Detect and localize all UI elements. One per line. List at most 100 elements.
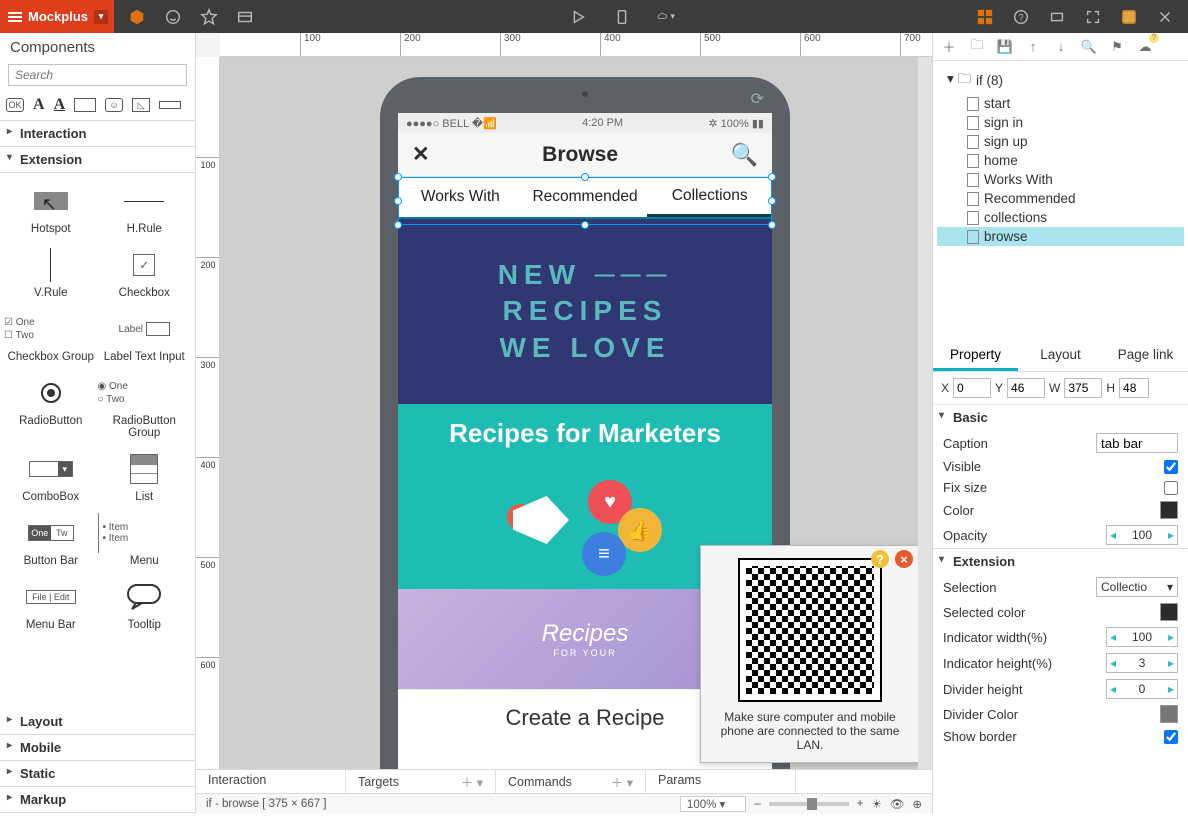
zoom-out-icon[interactable]: – — [754, 798, 760, 810]
zoom-slider[interactable] — [769, 802, 849, 806]
component-checkbox[interactable]: ✓Checkbox — [98, 245, 192, 299]
component-label-textinput[interactable]: LabelLabel Text Input — [98, 309, 192, 363]
tab-works-with[interactable]: Works With — [398, 177, 523, 217]
selected-color-swatch[interactable] — [1160, 603, 1178, 621]
component-hrule[interactable]: H.Rule — [98, 181, 192, 235]
tree-item[interactable]: collections — [937, 208, 1184, 227]
ok-badge-icon[interactable]: OK — [6, 98, 24, 112]
smiley-icon[interactable]: ☺ — [105, 98, 123, 112]
target-icon[interactable]: ⊕ — [912, 797, 922, 811]
cloud-icon[interactable]: ▾ — [657, 8, 675, 26]
zoom-icon[interactable]: 🔍 — [1081, 39, 1097, 55]
component-tooltip[interactable]: Tooltip — [98, 577, 192, 631]
tree-item-selected[interactable]: browse — [937, 227, 1184, 246]
visible-checkbox[interactable] — [1164, 460, 1178, 474]
cloud-dd-icon[interactable]: ☁? — [1137, 39, 1153, 55]
search-icon[interactable]: 🔍 — [731, 142, 758, 168]
banner-new-recipes[interactable]: NEW ───RECIPESWE LOVE — [398, 219, 772, 404]
search-input[interactable] — [8, 64, 187, 86]
sparkle-icon[interactable] — [1120, 8, 1138, 26]
input-icon[interactable] — [74, 98, 96, 112]
fixsize-checkbox[interactable] — [1164, 481, 1178, 495]
section-extension[interactable]: Extension — [933, 548, 1188, 574]
tree-root[interactable]: ▾ 🗀 if (8) — [937, 67, 1184, 94]
device-tabbar[interactable]: Works With Recommended Collections — [398, 177, 772, 219]
component-menu[interactable]: • Item• ItemMenu — [98, 513, 192, 567]
panel-icon[interactable] — [236, 8, 254, 26]
accordion-mobile[interactable]: Mobile — [0, 735, 195, 761]
close-icon[interactable] — [1156, 8, 1174, 26]
component-hotspot[interactable]: ↖Hotspot — [4, 181, 98, 235]
down-icon[interactable]: ↓ — [1053, 39, 1069, 55]
canvas-v-scrollbar[interactable] — [918, 57, 932, 813]
component-combobox[interactable]: ▾ComboBox — [4, 449, 98, 503]
tree-item[interactable]: Works With — [937, 170, 1184, 189]
tab-collections[interactable]: Collections — [647, 177, 772, 217]
help-icon[interactable]: ? — [1012, 8, 1030, 26]
window-icon[interactable] — [1048, 8, 1066, 26]
tab-targets[interactable]: Targets＋ ▾ — [346, 770, 496, 793]
indicator-width-stepper[interactable]: 100 — [1106, 627, 1178, 647]
text-a-underline-icon[interactable]: A — [54, 96, 66, 114]
qr-close-icon[interactable]: × — [895, 550, 913, 568]
phone-icon[interactable] — [613, 8, 631, 26]
brand-dropdown-icon[interactable]: ▾ — [94, 10, 108, 24]
app-brand[interactable]: Mockplus ▾ — [0, 0, 114, 33]
play-icon[interactable] — [569, 8, 587, 26]
rotate-icon[interactable]: ⟳ — [751, 89, 764, 109]
cube-icon[interactable] — [128, 8, 146, 26]
component-menubar[interactable]: File | EditMenu Bar — [4, 577, 98, 631]
coord-x[interactable] — [953, 378, 991, 398]
eye-icon[interactable]: 👁 — [890, 797, 905, 811]
save-icon[interactable]: 💾 — [997, 39, 1013, 55]
tab-layout[interactable]: Layout — [1018, 341, 1103, 371]
tree-item[interactable]: Recommended — [937, 189, 1184, 208]
component-radiobutton[interactable]: RadioButton — [4, 373, 98, 439]
component-buttonbar[interactable]: OneTwButton Bar — [4, 513, 98, 567]
tab-recommended[interactable]: Recommended — [523, 177, 648, 217]
indicator-height-stepper[interactable]: 3 — [1106, 653, 1178, 673]
grid-icon[interactable] — [976, 8, 994, 26]
zoom-in-icon[interactable]: + — [857, 798, 864, 810]
tab-interaction-panel[interactable]: Interaction — [196, 770, 346, 793]
add-icon[interactable]: ＋ — [941, 39, 957, 55]
selection-dropdown[interactable]: Collectio▾ — [1096, 577, 1178, 597]
accordion-layout[interactable]: Layout — [0, 709, 195, 735]
progress-icon[interactable] — [159, 101, 181, 109]
component-vrule[interactable]: V.Rule — [4, 245, 98, 299]
component-list[interactable]: List — [98, 449, 192, 503]
tab-params[interactable]: Params — [646, 770, 796, 793]
tab-commands[interactable]: Commands＋ ▾ — [496, 770, 646, 793]
text-a-icon[interactable]: A — [33, 96, 45, 114]
flag-icon[interactable]: ⚑ — [1109, 39, 1125, 55]
coord-h[interactable] — [1119, 378, 1149, 398]
vertical-ruler[interactable]: 100 200 300 400 500 600 — [196, 57, 220, 813]
zoom-value[interactable]: 100% ▾ — [680, 796, 746, 812]
tree-item[interactable]: home — [937, 151, 1184, 170]
tree-item[interactable]: sign in — [937, 113, 1184, 132]
color-swatch[interactable] — [1160, 501, 1178, 519]
divider-height-stepper[interactable]: 0 — [1106, 679, 1178, 699]
caption-input[interactable] — [1096, 433, 1178, 453]
accordion-extension[interactable]: Extension — [0, 147, 195, 173]
expand-icon[interactable] — [1084, 8, 1102, 26]
tree-item[interactable]: sign up — [937, 132, 1184, 151]
opacity-stepper[interactable]: 100 — [1106, 525, 1178, 545]
coord-w[interactable] — [1064, 378, 1102, 398]
divider-color-swatch[interactable] — [1160, 705, 1178, 723]
star-icon[interactable] — [200, 8, 218, 26]
accordion-markup[interactable]: Markup — [0, 787, 195, 813]
close-x-icon[interactable]: ✕ — [412, 142, 430, 167]
show-border-checkbox[interactable] — [1164, 730, 1178, 744]
tab-property[interactable]: Property — [933, 341, 1018, 371]
accordion-interaction[interactable]: Interaction — [0, 121, 195, 147]
image-icon[interactable]: ◺ — [132, 98, 150, 112]
section-basic[interactable]: Basic — [933, 404, 1188, 430]
tab-pagelink[interactable]: Page link — [1103, 341, 1188, 371]
folder-icon[interactable]: 🗀 — [969, 39, 985, 55]
component-radiobutton-group[interactable]: ◉ One○ TwoRadioButton Group — [98, 373, 192, 439]
accordion-static[interactable]: Static — [0, 761, 195, 787]
component-checkbox-group[interactable]: ☑ One☐ TwoCheckbox Group — [4, 309, 98, 363]
tree-item[interactable]: start — [937, 94, 1184, 113]
qr-help-icon[interactable]: ? — [871, 550, 889, 568]
